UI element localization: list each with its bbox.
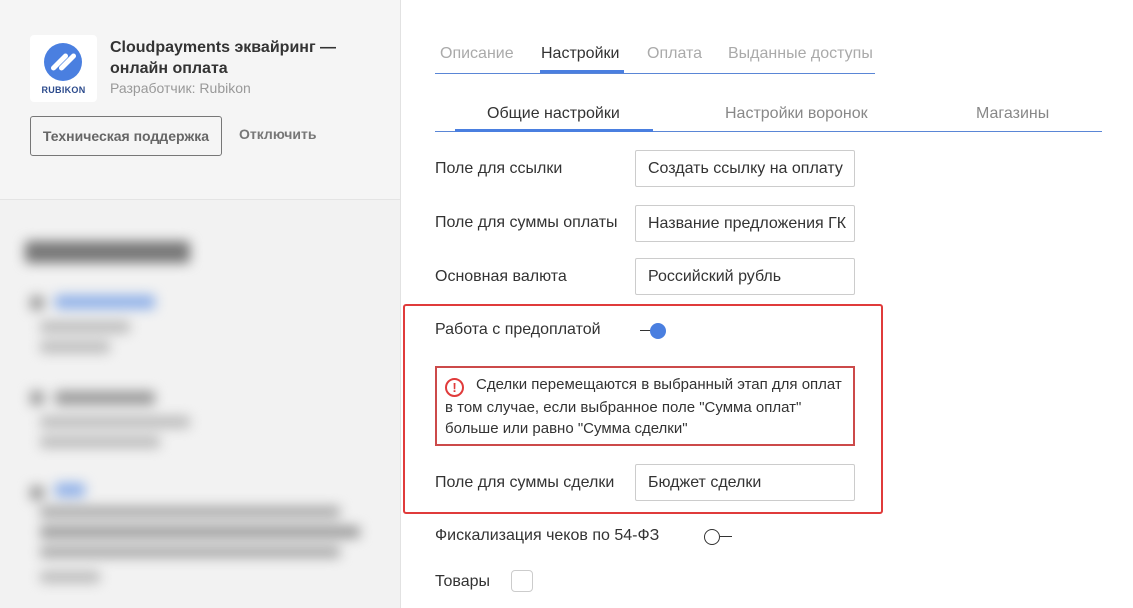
fiscalization-toggle[interactable] — [704, 527, 736, 547]
goods-checkbox[interactable] — [511, 570, 533, 592]
tab-payment[interactable]: Оплата — [647, 45, 702, 63]
prepayment-toggle[interactable] — [638, 321, 670, 341]
tab-description[interactable]: Описание — [440, 45, 514, 63]
currency-label: Основная валюта — [435, 268, 567, 285]
link-field-label: Поле для ссылки — [435, 160, 563, 177]
app-card: RUBIKON Cloudpayments эквайринг — онлайн… — [0, 0, 400, 200]
toggle-knob — [704, 529, 720, 545]
disable-link[interactable]: Отключить — [239, 126, 316, 142]
blurred-sidebar-content — [0, 201, 400, 608]
tab-access[interactable]: Выданные доступы — [728, 45, 873, 63]
goods-label: Товары — [435, 573, 491, 590]
link-field-select[interactable]: Создать ссылку на оплату — [635, 150, 855, 187]
subtab-funnels[interactable]: Настройки воронок — [725, 105, 868, 123]
currency-select[interactable]: Российский рубль — [635, 258, 855, 295]
tab-settings[interactable]: Настройки — [541, 45, 619, 63]
active-subtab-indicator — [455, 129, 653, 132]
subtab-general[interactable]: Общие настройки — [487, 105, 620, 123]
deal-amount-label: Поле для суммы сделки — [435, 474, 615, 491]
toggle-track — [720, 536, 732, 537]
amount-field-select[interactable]: Название предложения ГК — [635, 205, 855, 242]
app-developer: Разработчик: Rubikon — [110, 80, 251, 96]
left-panel: RUBIKON Cloudpayments эквайринг — онлайн… — [0, 0, 401, 608]
toggle-knob — [650, 323, 666, 339]
rubikon-logo-icon — [44, 43, 82, 81]
app-title: Cloudpayments эквайринг — онлайн оплата — [110, 39, 337, 77]
main-tabs: Описание Настройки Оплата Выданные досту… — [435, 40, 875, 74]
settings-subtabs: Общие настройки Настройки воронок Магази… — [435, 100, 1102, 132]
warning-text: Сделки перемещаются в выбранный этап для… — [445, 376, 842, 437]
app-logo: RUBIKON — [30, 35, 97, 102]
deal-amount-select[interactable]: Бюджет сделки — [635, 464, 855, 501]
prepayment-warning: ! Сделки перемещаются в выбранный этап дл… — [435, 366, 855, 446]
fiscalization-label: Фискализация чеков по 54-ФЗ — [435, 527, 660, 544]
support-button[interactable]: Техническая поддержка — [30, 116, 222, 156]
active-tab-indicator — [540, 70, 624, 73]
amount-field-label: Поле для суммы оплаты — [435, 214, 618, 231]
warning-icon: ! — [445, 378, 464, 397]
subtab-shops[interactable]: Магазины — [976, 105, 1049, 123]
logo-text: RUBIKON — [41, 85, 86, 95]
prepayment-label: Работа с предоплатой — [435, 321, 601, 338]
